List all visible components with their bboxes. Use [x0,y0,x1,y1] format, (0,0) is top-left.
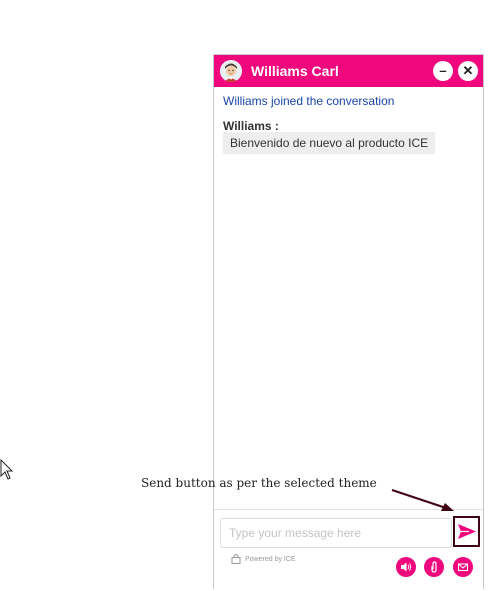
message-bubble: Bienvenido de nuevo al producto ICE [223,132,436,154]
send-button[interactable] [453,516,480,547]
annotation-text: Send button as per the selected theme [141,476,377,490]
system-message: Williams joined the conversation [223,94,395,108]
email-button[interactable] [453,557,473,577]
message-input[interactable] [220,518,452,548]
avatar [220,60,242,82]
attachment-button[interactable] [424,557,444,577]
sound-icon [401,562,412,572]
agent-name: Williams Carl [251,63,339,79]
message-sender: Williams : [223,119,279,133]
minimize-icon: – [439,63,447,78]
lock-icon [231,554,241,564]
annotation-arrow [391,489,454,511]
minimize-button[interactable]: – [433,61,453,81]
send-icon [458,524,476,539]
close-button[interactable]: ✕ [458,61,478,81]
mouse-cursor-icon [0,459,14,480]
powered-by-text: Powered by ICE [245,556,296,563]
sound-button[interactable] [396,557,416,577]
composer: Powered by ICE [214,509,483,591]
attachment-icon [431,561,437,573]
chat-header: Williams Carl – ✕ [214,55,483,87]
email-icon [457,563,469,572]
close-icon: ✕ [462,63,474,78]
